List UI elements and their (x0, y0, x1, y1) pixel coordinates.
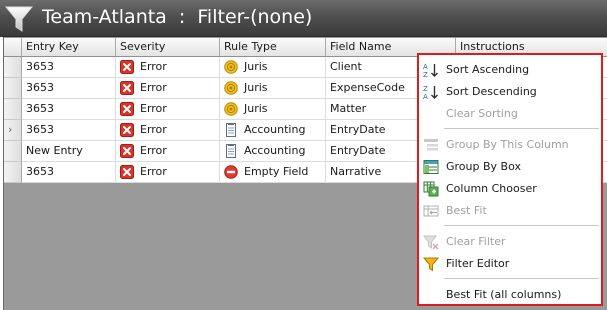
rule-type-label: Accounting (244, 123, 306, 136)
row-indicator[interactable] (4, 162, 22, 183)
cell-entry-key[interactable]: New Entry (22, 141, 116, 162)
menu-item-label: Filter Editor (446, 257, 510, 270)
svg-text:Z: Z (423, 85, 428, 93)
group-by-column-icon (423, 137, 439, 153)
cell-rule-type[interactable]: Juris (220, 99, 326, 120)
filter-editor-icon (422, 256, 440, 272)
row-indicator[interactable] (4, 99, 22, 120)
svg-text:Z: Z (423, 71, 428, 78)
severity-label: Error (140, 123, 167, 136)
cell-entry-key[interactable]: 3653 (22, 120, 116, 141)
severity-label: Error (140, 81, 167, 94)
menu-item-best-fit: Best Fit (419, 201, 601, 222)
menu-item-label: Group By Box (446, 160, 521, 173)
group-by-box-icon (423, 159, 439, 175)
severity-label: Error (140, 144, 167, 157)
cell-severity[interactable]: Error (116, 99, 220, 120)
coin-icon (224, 81, 238, 95)
error-icon (120, 123, 134, 137)
column-context-menu: A Z Sort Ascending Z A Sort Descending Clear S… (417, 53, 603, 306)
current-row-arrow-icon: › (8, 123, 13, 136)
menu-item-group-by-this-column: Group By This Column (419, 135, 601, 156)
error-icon (120, 144, 134, 158)
menu-item-label: Best Fit (all columns) (446, 288, 562, 301)
error-icon (120, 102, 134, 116)
menu-item-filter-editor[interactable]: Filter Editor (419, 254, 601, 275)
svg-text:A: A (423, 63, 428, 71)
row-indicator[interactable]: › (4, 120, 22, 141)
menu-item-column-chooser[interactable]: Column Chooser (419, 179, 601, 200)
error-icon (120, 165, 134, 179)
header-indicator-cell (4, 38, 22, 57)
cell-entry-key[interactable]: 3653 (22, 162, 116, 183)
column-header-severity[interactable]: Severity (116, 38, 220, 57)
menu-item-best-fit-all-columns[interactable]: Best Fit (all columns) (419, 285, 601, 306)
menu-item-sort-descending[interactable]: Z A Sort Descending (419, 82, 601, 103)
menu-item-clear-sorting: Clear Sorting (419, 104, 601, 125)
clear-filter-icon (423, 234, 439, 250)
row-indicator[interactable] (4, 78, 22, 99)
ledger-icon (224, 123, 238, 137)
menu-item-label: Sort Descending (446, 85, 537, 98)
ledger-icon (224, 144, 238, 158)
severity-label: Error (140, 102, 167, 115)
menu-item-label: Best Fit (446, 204, 487, 217)
cell-severity[interactable]: Error (116, 162, 220, 183)
row-indicator[interactable] (4, 141, 22, 162)
column-header-rule-type[interactable]: Rule Type (220, 38, 326, 57)
menu-item-label: Column Chooser (446, 182, 537, 195)
row-indicator[interactable] (4, 57, 22, 78)
cell-severity[interactable]: Error (116, 141, 220, 162)
sort-descending-icon: ZA (423, 84, 439, 101)
cell-rule-type[interactable]: Juris (220, 57, 326, 78)
cell-rule-type[interactable]: Juris (220, 78, 326, 99)
menu-separator (444, 225, 599, 226)
cell-severity[interactable]: Error (116, 120, 220, 141)
menu-separator (444, 128, 599, 129)
severity-label: Error (140, 60, 167, 73)
menu-item-label: Clear Filter (446, 235, 506, 248)
cell-rule-type[interactable]: Empty Field (220, 162, 326, 183)
cell-severity[interactable]: Error (116, 78, 220, 99)
title-bar: Team-Atlanta : Filter-(none) (0, 0, 607, 37)
column-header-entry-key[interactable]: Entry Key (22, 38, 116, 57)
menu-item-label: Sort Ascending (446, 63, 530, 76)
error-icon (120, 81, 134, 95)
cell-severity[interactable]: Error (116, 57, 220, 78)
cell-entry-key[interactable]: 3653 (22, 99, 116, 120)
severity-label: Error (140, 165, 167, 178)
rule-type-label: Juris (244, 81, 268, 94)
column-chooser-icon (423, 181, 439, 197)
menu-item-group-by-box[interactable]: Group By Box (419, 157, 601, 178)
funnel-icon (4, 6, 34, 32)
menu-item-label: Clear Sorting (446, 107, 518, 120)
rule-type-label: Accounting (244, 144, 306, 157)
menu-item-clear-filter: Clear Filter (419, 232, 601, 253)
cell-rule-type[interactable]: Accounting (220, 120, 326, 141)
menu-item-label: Group By This Column (446, 138, 569, 151)
rule-type-label: Empty Field (244, 165, 309, 178)
no-entry-icon (224, 165, 238, 179)
error-icon (120, 60, 134, 74)
menu-item-sort-ascending[interactable]: A Z Sort Ascending (419, 60, 601, 81)
best-fit-icon (423, 203, 439, 219)
coin-icon (224, 60, 238, 74)
coin-icon (224, 102, 238, 116)
rule-type-label: Juris (244, 60, 268, 73)
window-title: Team-Atlanta : Filter-(none) (42, 6, 313, 28)
cell-rule-type[interactable]: Accounting (220, 141, 326, 162)
sort-ascending-icon: AZ (423, 62, 439, 79)
svg-text:A: A (423, 93, 428, 100)
rule-type-label: Juris (244, 102, 268, 115)
cell-entry-key[interactable]: 3653 (22, 78, 116, 99)
menu-separator (444, 278, 599, 279)
cell-entry-key[interactable]: 3653 (22, 57, 116, 78)
